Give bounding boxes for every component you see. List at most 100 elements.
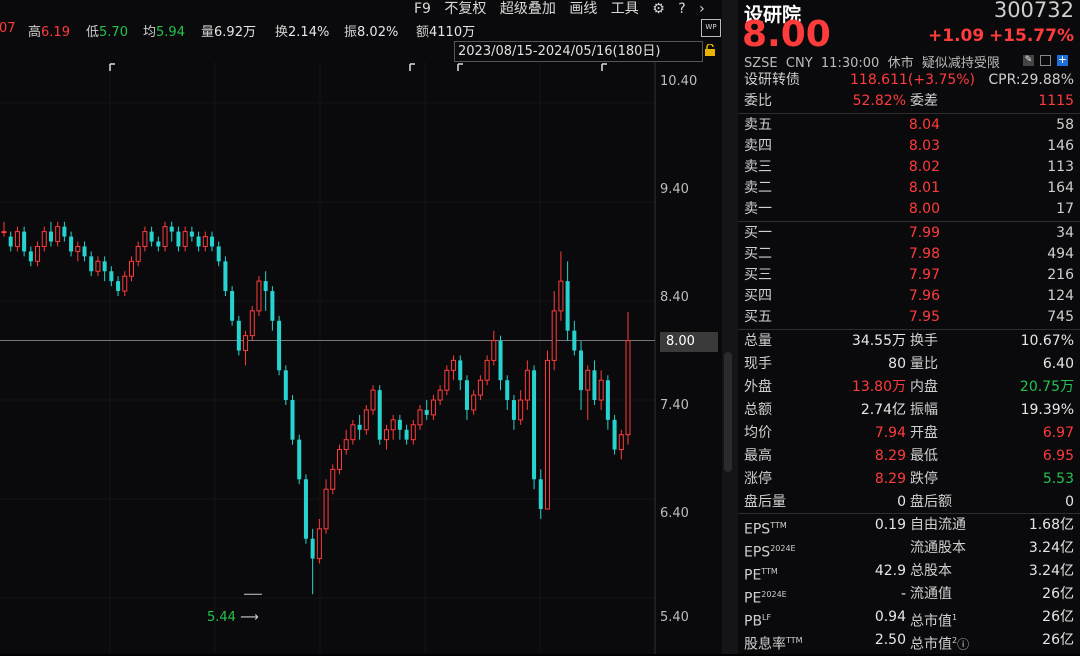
candle-body [230, 291, 235, 321]
divider [738, 329, 1080, 330]
panel-collapse-handle[interactable]: » [722, 0, 738, 654]
fundamental-label: 流通股本 [910, 540, 966, 556]
kline-chart-panel[interactable]: 07 高6.19 低5.70 均5.94 量6.92万 换2.14% 振8.02… [0, 0, 722, 654]
fundamental-label: 总市值1 [910, 613, 958, 630]
divider [738, 113, 1080, 114]
overlay-button[interactable]: 超级叠加 [500, 1, 556, 17]
fundamental-value: 42.9 [874, 563, 906, 579]
adjust-button[interactable]: 不复权 [444, 1, 486, 17]
add-icon[interactable]: + [1057, 54, 1068, 66]
candle-body [69, 236, 74, 252]
help-icon[interactable]: ? [678, 1, 685, 17]
stat-label: 总额 [744, 402, 772, 418]
candle-body [303, 479, 308, 539]
window-icon[interactable] [1040, 55, 1051, 66]
candle-body [538, 479, 543, 510]
candlestick-chart[interactable] [0, 62, 722, 654]
stat-label: 外盘 [744, 379, 772, 395]
chevron-right-icon[interactable]: › [699, 1, 705, 17]
candle-body [579, 350, 584, 391]
price-tick: 7.40 [660, 398, 689, 413]
stat-row: 外盘 13.80万 内盘 20.75万 [744, 377, 1074, 398]
convertible-row[interactable]: 设研转债 118.611(+3.75%) CPR:29.88% [744, 70, 1074, 91]
candle-body [169, 226, 174, 232]
ask-row[interactable]: 卖五 8.04 58 [744, 115, 1074, 136]
fundamental-label: PETTM [744, 567, 778, 584]
fundamental-value: 0.19 [874, 517, 906, 533]
price-tick: 5.40 [660, 610, 689, 625]
ask-row[interactable]: 卖一 8.00 17 [744, 199, 1074, 220]
bid-row[interactable]: 买二 7.98 494 [744, 244, 1074, 265]
candle-body [128, 260, 134, 277]
settings-icon[interactable]: ⚙ [652, 1, 665, 17]
candle-body [471, 394, 477, 411]
candle-body [451, 359, 457, 371]
price-tick: 6.40 [660, 506, 689, 521]
stat-value: 10.67% [1020, 333, 1074, 349]
bid-row[interactable]: 买三 7.97 216 [744, 265, 1074, 286]
candle-body [565, 281, 570, 331]
stat-label: 换手 [910, 333, 938, 349]
volume-stat: 量6.92万 [201, 25, 256, 40]
info-icon[interactable]: ⓘ [957, 638, 969, 652]
candle-body [464, 380, 469, 410]
candle-body [35, 245, 41, 262]
candle-body [95, 260, 101, 272]
ask-row[interactable]: 卖三 8.02 113 [744, 157, 1074, 178]
bid-ratio-row: 委比 52.82% 委差 1115 [744, 93, 1074, 109]
bid-row[interactable]: 买四 7.96 124 [744, 286, 1074, 307]
candle-body [370, 389, 376, 411]
date-range-selector[interactable]: 2023/08/15-2024/05/16(180日) [454, 41, 703, 62]
candle-body [558, 280, 564, 312]
candle-body [518, 399, 524, 421]
candle-body [182, 231, 188, 247]
ask-row[interactable]: 卖二 8.01 164 [744, 178, 1074, 199]
candle-body [491, 340, 497, 361]
candle-body [270, 291, 275, 321]
fundamental-value: 3.24亿 [1028, 563, 1074, 579]
stat-label: 均价 [744, 425, 772, 441]
candle-body [524, 369, 530, 401]
fundamental-value: 26亿 [1042, 586, 1074, 602]
candle-body [551, 310, 557, 361]
wp-button[interactable]: WP [701, 19, 721, 37]
candle-body [336, 449, 342, 470]
stat-value: 5.53 [1042, 471, 1074, 487]
candle-body [149, 231, 154, 242]
f9-button[interactable]: F9 [414, 1, 431, 17]
ask-row[interactable]: 卖四 8.03 146 [744, 136, 1074, 157]
bid-row[interactable]: 买五 7.95 745 [744, 307, 1074, 328]
stat-label: 内盘 [910, 379, 938, 395]
draw-button[interactable]: 画线 [569, 1, 597, 17]
stat-value: 2.74亿 [860, 402, 906, 418]
tools-button[interactable]: 工具 [611, 1, 639, 17]
lock-icon[interactable] [704, 44, 716, 56]
candle-body [290, 400, 295, 440]
candle-body [511, 400, 516, 420]
stat-value: 19.39% [1020, 402, 1074, 418]
fundamental-label: 股息率TTM [744, 636, 803, 653]
candle-body [156, 241, 161, 247]
last-price: 8.00 [742, 14, 831, 55]
edit-icon[interactable]: ✎ [1023, 55, 1034, 66]
event-marker [601, 63, 607, 71]
stat-value: 34.55万 [851, 333, 906, 349]
candle-body [397, 419, 402, 430]
price-change: +1.09 [928, 26, 985, 46]
stat-row: 总额 2.74亿 振幅 19.39% [744, 400, 1074, 421]
stat-row: 总量 34.55万 换手 10.67% [744, 331, 1074, 352]
scrollbar-thumb[interactable] [724, 352, 732, 472]
bid-row[interactable]: 买一 7.99 34 [744, 223, 1074, 244]
fundamental-label: 自由流通 [910, 517, 966, 533]
fundamental-value: 0.94 [874, 609, 906, 625]
candle-body [310, 538, 315, 559]
candle-body [444, 369, 450, 391]
fundamental-row: 股息率TTM 2.50 总市值2ⓘ 26亿 [744, 630, 1074, 653]
stat-value: 6.97 [1042, 425, 1074, 441]
quote-panel: 设研院 300732 8.00 +1.09 +15.77% SZSE CNY 1… [738, 0, 1080, 654]
candle-body [82, 246, 87, 257]
stat-label: 振幅 [910, 402, 938, 418]
candle-body [283, 370, 288, 401]
candle-body [625, 340, 631, 436]
candle-body [162, 226, 168, 247]
